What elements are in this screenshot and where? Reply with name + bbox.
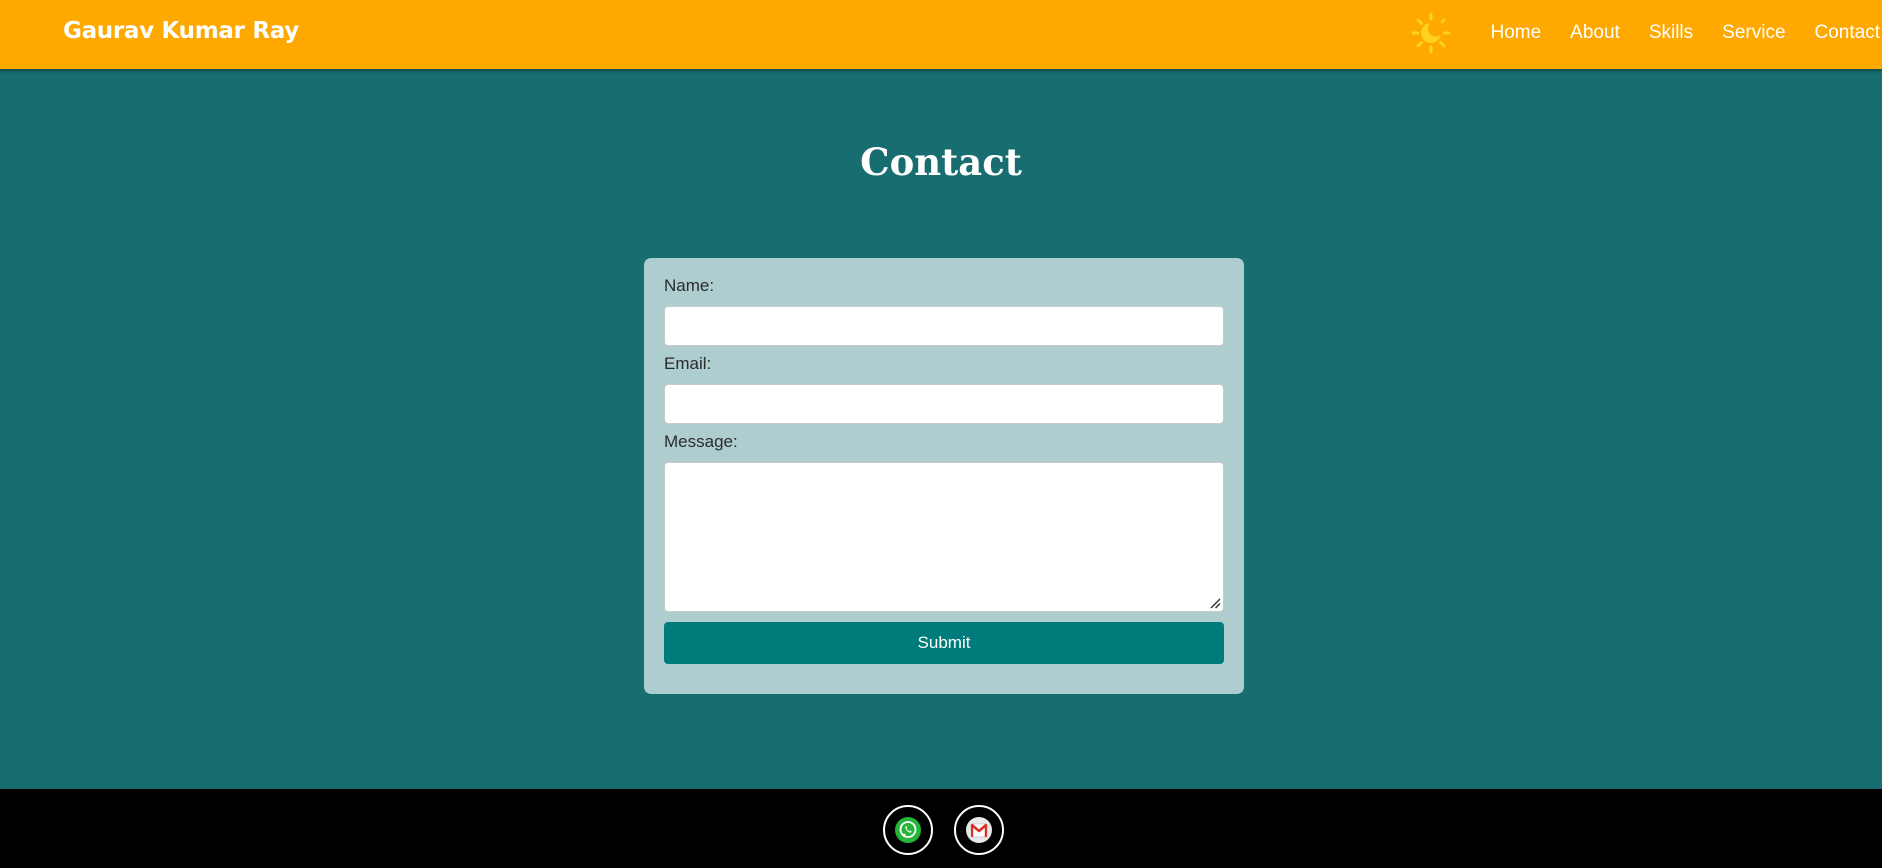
nav-link-skills[interactable]: Skills [1649, 22, 1693, 44]
nav-link-home[interactable]: Home [1490, 22, 1541, 44]
name-label: Name: [664, 276, 715, 295]
sun-moon-icon [1411, 12, 1451, 54]
contact-form: Name: Email: Message: Submit [644, 258, 1244, 694]
nav-link-about[interactable]: About [1570, 22, 1620, 44]
footer [0, 789, 1882, 868]
email-input[interactable] [664, 384, 1224, 424]
message-textarea[interactable] [664, 462, 1224, 612]
gmail-link[interactable] [954, 805, 1004, 855]
whatsapp-link[interactable] [883, 805, 933, 855]
nav-link-service[interactable]: Service [1722, 22, 1785, 44]
theme-toggle-button[interactable] [1411, 12, 1451, 54]
navbar: Gaurav Kumar Ray Home About Skills Servi… [0, 0, 1882, 69]
message-label: Message: [664, 432, 738, 451]
page-title: Contact [860, 140, 1022, 184]
nav-link-contact[interactable]: Contact [1815, 22, 1880, 44]
gmail-icon [966, 817, 992, 843]
main-nav: Home About Skills Service Contact [1490, 0, 1882, 66]
email-label: Email: [664, 354, 712, 373]
whatsapp-icon [895, 817, 921, 843]
resize-grip-icon[interactable] [1209, 597, 1221, 609]
name-input[interactable] [664, 306, 1224, 346]
brand-logo-text[interactable]: Gaurav Kumar Ray [63, 18, 299, 44]
submit-button[interactable]: Submit [664, 622, 1224, 664]
